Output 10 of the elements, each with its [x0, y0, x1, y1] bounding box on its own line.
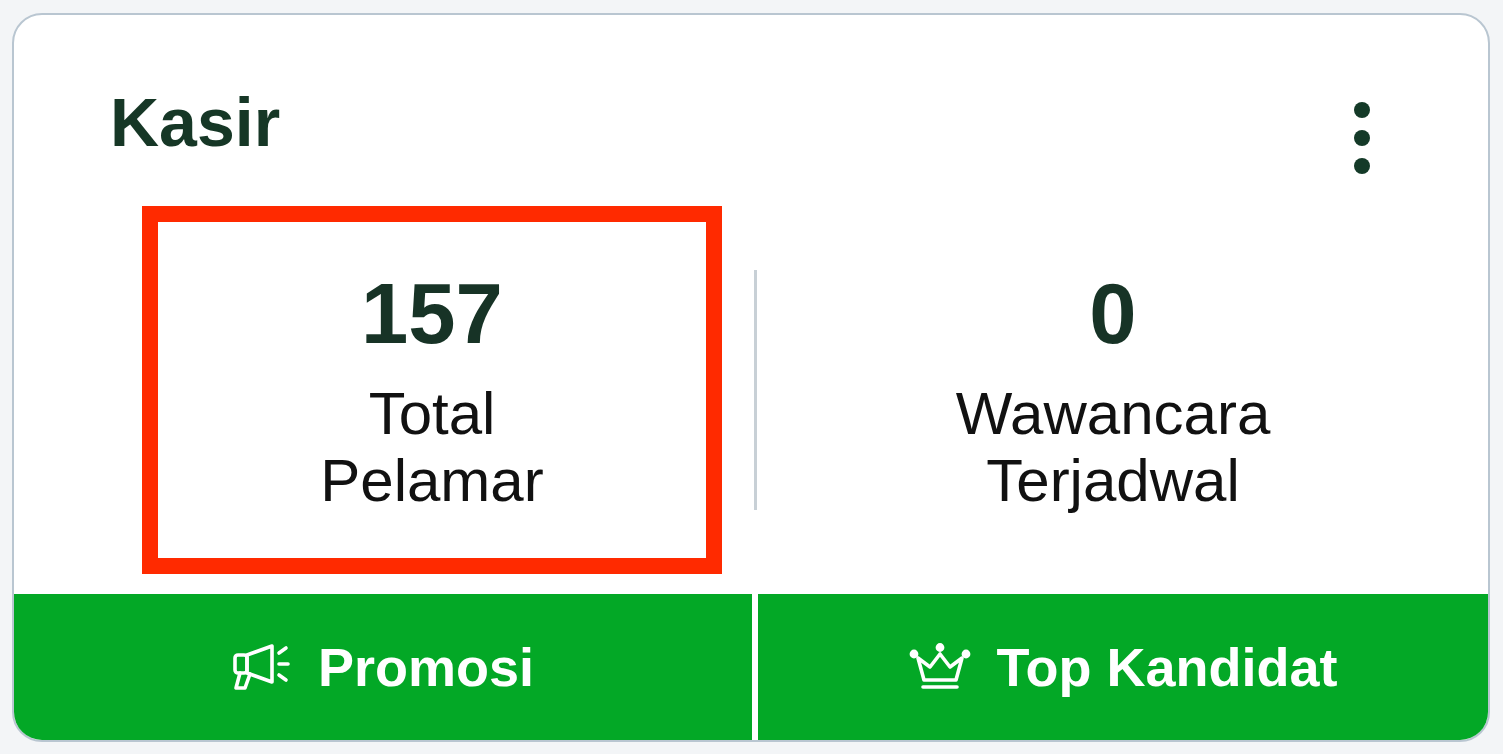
stat-label: Wawancara Terjadwal: [954, 380, 1272, 514]
stat-value: 0: [1089, 266, 1137, 362]
job-title: Kasir: [110, 83, 281, 161]
top-candidates-button[interactable]: Top Kandidat: [758, 594, 1488, 740]
more-options-icon[interactable]: [1353, 101, 1371, 175]
promote-button[interactable]: Promosi: [14, 594, 752, 740]
crown-icon: [908, 643, 971, 691]
megaphone-icon: [231, 643, 292, 691]
stat-label: Total Pelamar: [319, 380, 545, 514]
stat-value: 157: [361, 266, 503, 362]
